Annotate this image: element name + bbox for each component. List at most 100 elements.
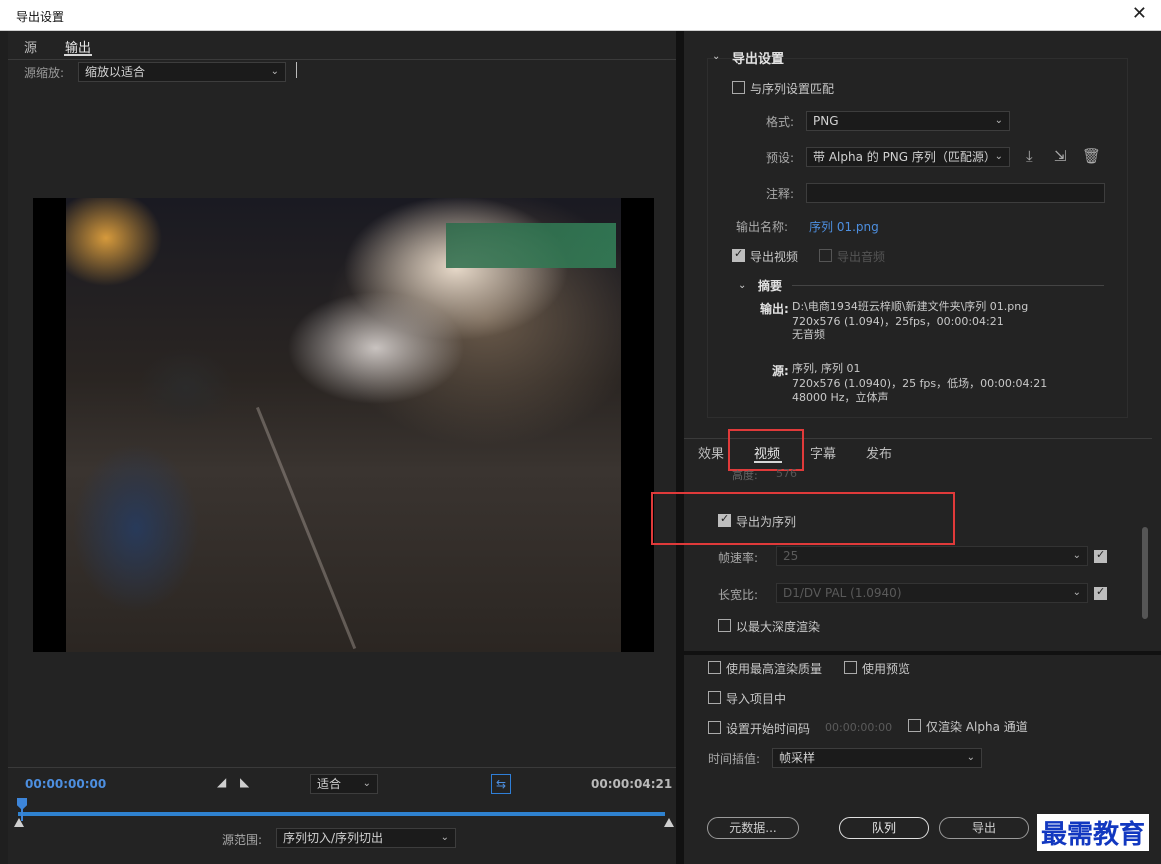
preset-dropdown[interactable]: 带 Alpha 的 PNG 序列（匹配源） ⌄ — [806, 147, 1010, 167]
metadata-button[interactable]: 元数据... — [707, 817, 799, 839]
window-title: 导出设置 — [16, 10, 65, 24]
frame-rate-value: 25 — [783, 549, 799, 563]
alpha-only-checkbox[interactable] — [908, 719, 921, 732]
delete-preset-icon[interactable]: 🗑 — [1082, 147, 1101, 165]
export-button[interactable]: 导出 — [939, 817, 1029, 839]
start-timecode-value: 00:00:00:00 — [825, 721, 893, 734]
summary-source-name: 序列, 序列 01 — [792, 362, 861, 375]
chevron-down-icon[interactable]: ⌄ — [712, 51, 720, 62]
preset-value: 带 Alpha 的 PNG 序列（匹配源） — [813, 150, 996, 164]
settings-scrollbar[interactable] — [1142, 527, 1148, 619]
summary-source-spec: 720x576 (1.0940)，25 fps，低场，00:00:04:21 — [792, 377, 1048, 390]
queue-button[interactable]: 队列 — [839, 817, 929, 839]
time-interpolation-label: 时间插值: — [708, 752, 761, 766]
import-project-label: 导入项目中 — [726, 692, 787, 706]
tab-underline — [64, 54, 92, 56]
export-settings-title: 导出设置 — [732, 52, 785, 67]
format-value: PNG — [813, 114, 839, 128]
in-point-handle[interactable] — [14, 818, 24, 827]
preset-label: 预设: — [766, 151, 795, 165]
output-name-label: 输出名称: — [736, 220, 789, 234]
aspect-ratio-match-checkbox[interactable] — [1094, 585, 1107, 600]
chevron-down-icon: ⌄ — [362, 778, 371, 789]
aspect-ratio-value: D1/DV PAL (1.0940) — [783, 586, 902, 600]
zoom-fit-value: 适合 — [317, 777, 342, 791]
video-preview — [33, 198, 654, 652]
summary-output-audio: 无音频 — [792, 328, 825, 341]
settings-pane: ⌄ 导出设置 与序列设置匹配 格式: PNG ⌄ 预设: 带 Alpha 的 P… — [651, 31, 1161, 864]
save-preset-icon[interactable]: ⤓ — [1026, 147, 1033, 165]
tab-effects[interactable]: 效果 — [698, 443, 724, 462]
height-label: 高度: — [732, 469, 758, 482]
shop-sign — [446, 223, 616, 268]
comment-input[interactable] — [806, 183, 1105, 203]
title-bar: 导出设置 ✕ — [0, 0, 1161, 31]
chevron-down-icon: ⌄ — [440, 832, 449, 843]
zoom-fit-dropdown[interactable]: 适合 ⌄ — [310, 774, 378, 794]
pane-divider[interactable] — [676, 31, 684, 864]
source-scale-dropdown[interactable]: 缩放以适合 ⌄ — [78, 62, 286, 82]
max-depth-label: 以最大深度渲染 — [736, 620, 821, 634]
aspect-ratio-label: 长宽比: — [718, 588, 759, 602]
summary-output-spec: 720x576 (1.094)，25fps，00:00:04:21 — [792, 315, 1004, 328]
format-dropdown[interactable]: PNG ⌄ — [806, 111, 1010, 131]
format-label: 格式: — [766, 115, 795, 129]
chevron-down-icon: ⌄ — [994, 115, 1003, 126]
max-quality-checkbox[interactable] — [708, 661, 721, 674]
bottom-separator — [684, 651, 1161, 655]
match-sequence-checkbox[interactable] — [732, 81, 745, 94]
frame-rate-match-checkbox[interactable] — [1094, 548, 1107, 563]
text-cursor — [296, 62, 297, 78]
time-interpolation-dropdown[interactable]: 帧采样 ⌄ — [772, 748, 982, 768]
summary-output-path: D:\电商1934班云梓顺\新建文件夹\序列 01.png — [792, 300, 1029, 313]
tab-source[interactable]: 源 — [24, 37, 37, 56]
preview-pane: 源 输出 源缩放: 缩放以适合 ⌄ 00:00:00:00 ◢ ◣ 适合 ⌄ ⇆… — [8, 31, 676, 864]
frame-rate-dropdown[interactable]: 25 ⌄ — [776, 546, 1088, 566]
close-icon[interactable]: ✕ — [1132, 5, 1147, 23]
export-sequence-checkbox[interactable] — [718, 512, 731, 527]
highlight-box-video-tab — [728, 429, 804, 471]
summary-title: 摘要 — [758, 279, 783, 293]
use-preview-checkbox[interactable] — [844, 661, 857, 674]
source-range-value: 序列切入/序列切出 — [283, 831, 384, 845]
road-marking — [256, 406, 357, 650]
aspect-toggle-icon[interactable]: ⇆ — [491, 774, 511, 794]
height-value: 576 — [776, 467, 797, 480]
export-video-checkbox[interactable] — [732, 247, 745, 262]
start-timecode-label: 设置开始时间码 — [726, 722, 811, 736]
tab-separator — [8, 59, 676, 60]
aspect-ratio-dropdown[interactable]: D1/DV PAL (1.0940) ⌄ — [776, 583, 1088, 603]
import-preset-icon[interactable]: ⇲ — [1054, 147, 1067, 165]
summary-source-label: 源: — [772, 364, 789, 378]
chevron-down-icon[interactable]: ⌄ — [738, 280, 746, 291]
export-video-label: 导出视频 — [750, 250, 799, 264]
export-audio-label: 导出音频 — [837, 250, 886, 264]
summary-source-audio: 48000 Hz，立体声 — [792, 391, 889, 404]
summary-output-label: 输出: — [760, 302, 789, 316]
frame-rate-label: 帧速率: — [718, 551, 759, 565]
chevron-down-icon: ⌄ — [994, 151, 1003, 162]
source-range-label: 源范围: — [222, 833, 263, 847]
chevron-down-icon: ⌄ — [1072, 587, 1081, 598]
out-point-handle[interactable] — [664, 818, 674, 827]
source-range-dropdown[interactable]: 序列切入/序列切出 ⌄ — [276, 828, 456, 848]
timecode-end: 00:00:04:21 — [591, 777, 673, 791]
output-name-link[interactable]: 序列 01.png — [809, 218, 879, 235]
highlight-box-export-sequence — [651, 492, 955, 545]
use-preview-label: 使用预览 — [862, 662, 911, 676]
match-sequence-label: 与序列设置匹配 — [750, 82, 835, 96]
timeline-track[interactable] — [18, 812, 665, 816]
timecode-start[interactable]: 00:00:00:00 — [25, 777, 106, 791]
tab-captions[interactable]: 字幕 — [810, 443, 836, 462]
alpha-only-label: 仅渲染 Alpha 通道 — [926, 720, 1028, 734]
timeline-separator — [8, 767, 676, 768]
mark-out-icon[interactable]: ◣ — [240, 775, 249, 789]
mark-in-icon[interactable]: ◢ — [217, 775, 226, 789]
import-project-checkbox[interactable] — [708, 691, 721, 704]
max-depth-checkbox[interactable] — [718, 619, 731, 632]
start-timecode-checkbox[interactable] — [708, 721, 721, 734]
chevron-down-icon: ⌄ — [966, 752, 975, 763]
tab-publish[interactable]: 发布 — [866, 443, 892, 462]
export-audio-checkbox[interactable] — [819, 249, 832, 262]
time-interpolation-value: 帧采样 — [779, 751, 816, 765]
